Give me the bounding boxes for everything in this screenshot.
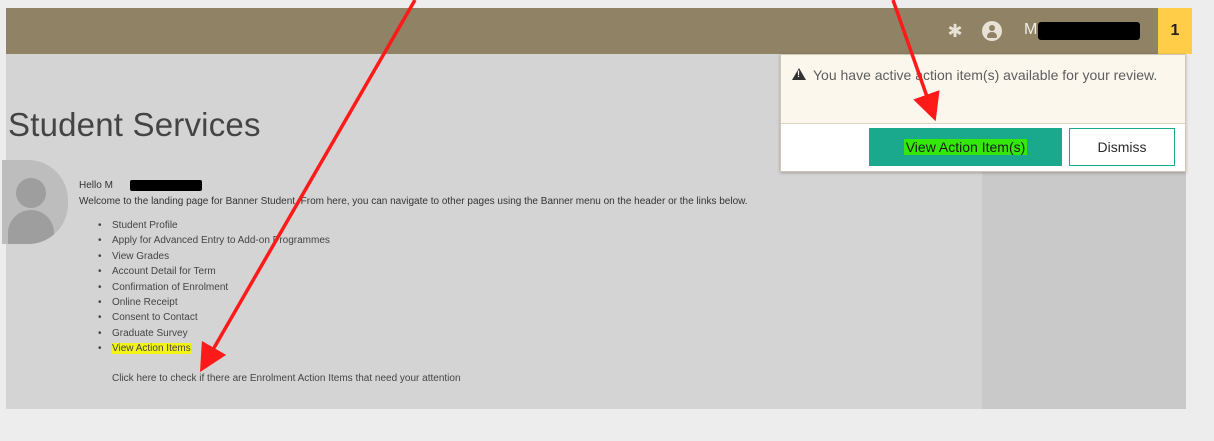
annotation-overlay — [199, 0, 940, 373]
annotation-arrow-to-link — [199, 0, 417, 373]
annotation-arrow-to-button — [891, 0, 940, 122]
